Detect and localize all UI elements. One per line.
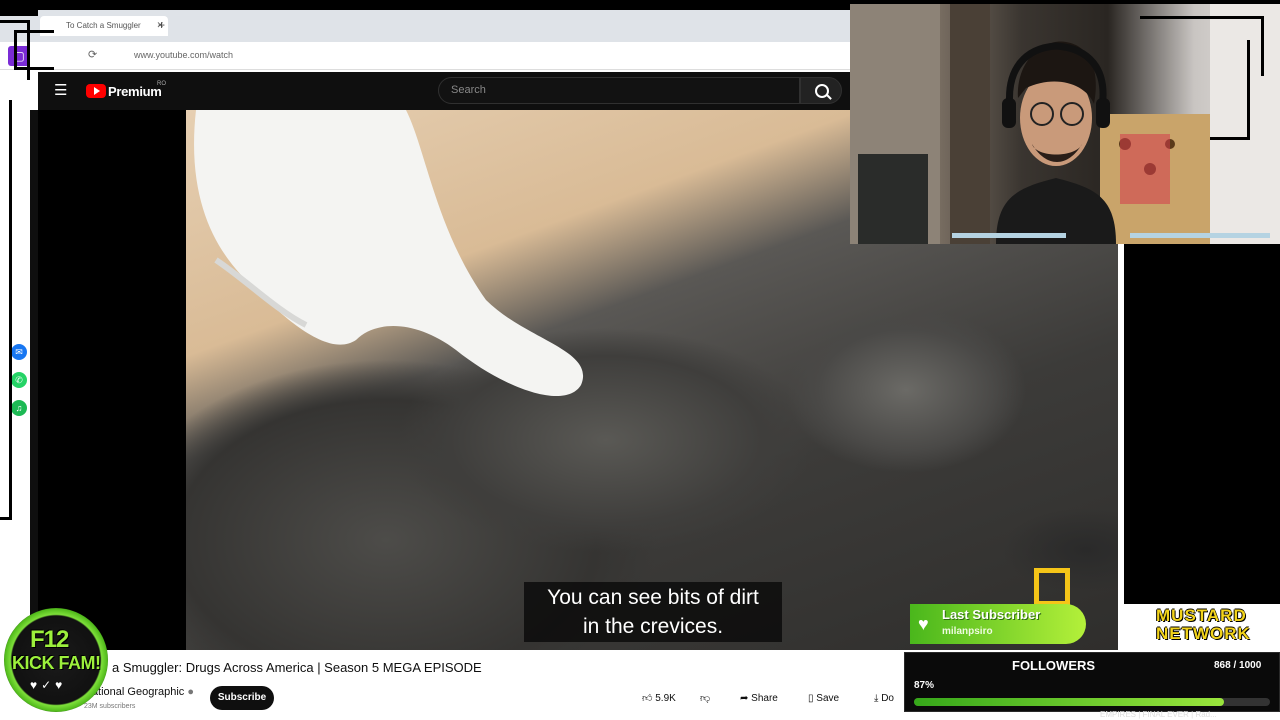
messenger-icon[interactable]: ✉ — [11, 344, 27, 360]
share-label: Share — [751, 693, 778, 704]
followers-count: 868 / 1000 — [1214, 660, 1262, 671]
thumbs-up-icon: 👍︎ — [642, 693, 653, 704]
browser-tab[interactable]: To Catch a Smuggler ✕ — [40, 16, 168, 36]
frame-decoration — [1210, 40, 1250, 140]
verified-icon: ● — [187, 686, 195, 698]
save-label: Save — [816, 693, 840, 704]
kick-badge-line-1: F12 — [30, 626, 69, 653]
last-subscriber-name: milanpsiro — [942, 626, 993, 637]
region-code: RO — [157, 81, 166, 87]
subscriber-count: 23M subscribers — [84, 703, 136, 710]
reload-icon[interactable]: ⟳ — [88, 48, 97, 61]
like-count: 5.9K — [655, 693, 676, 704]
white-glove-hand — [194, 110, 584, 397]
national-geographic-logo-icon — [1034, 568, 1070, 606]
whatsapp-icon[interactable]: ✆ — [11, 372, 27, 388]
kick-badge-line-2: KICK FAM! — [12, 653, 101, 673]
followers-percent: 87% — [914, 680, 935, 691]
address-bar[interactable] — [0, 42, 850, 70]
frame-decoration — [14, 30, 54, 70]
subtitle-line-2: in the crevices. — [582, 615, 724, 638]
hamburger-menu-icon[interactable]: ☰ — [54, 81, 67, 99]
search-icon[interactable] — [800, 77, 842, 104]
new-tab-button[interactable]: + — [158, 18, 165, 32]
share-icon: ➦ — [740, 693, 749, 704]
streamer — [996, 41, 1116, 244]
youtube-premium-logo[interactable]: Premium — [108, 84, 162, 99]
news-ticker: EMPIRES | FINAL EVER | Rad... — [1100, 710, 1217, 719]
heart-icons: ♥✓♥ — [30, 678, 67, 692]
thumbs-down-icon: 👎︎ — [700, 693, 711, 704]
webcam-accent-bar — [952, 233, 1066, 238]
channel-name[interactable]: National Geographic ● — [84, 686, 194, 698]
screen: To Catch a Smuggler ✕ + ▢ ⟳ www.youtube.… — [0, 0, 1280, 720]
search-input[interactable]: Search — [438, 77, 800, 104]
download-icon: ⤓ — [874, 693, 879, 704]
frame-decoration — [30, 110, 38, 650]
url-text[interactable]: www.youtube.com/watch — [134, 50, 233, 60]
share-button[interactable]: ➦ Share — [740, 687, 778, 711]
followers-label: FOLLOWERS — [1012, 658, 1096, 673]
heart-icon: ♥ — [918, 614, 929, 634]
spotify-icon[interactable]: ♫ — [11, 400, 27, 416]
save-button[interactable]: ▯ Save — [808, 687, 839, 711]
last-subscriber-label: Last Subscriber — [942, 607, 1041, 622]
frame-decoration — [1124, 244, 1280, 604]
like-button[interactable]: 👍︎ 5.9K — [642, 687, 676, 711]
followers-progress-fill — [914, 698, 1224, 706]
subscribe-button[interactable]: Subscribe — [210, 686, 274, 710]
webcam-accent-bar — [1130, 233, 1270, 238]
tab-title: To Catch a Smuggler — [66, 21, 141, 30]
frame-decoration — [0, 100, 12, 520]
bookmark-icon: ▯ — [808, 693, 814, 704]
youtube-logo-icon[interactable] — [86, 84, 106, 98]
download-button[interactable]: ⤓ Do — [874, 687, 894, 711]
dislike-button[interactable]: 👎︎ — [700, 687, 710, 711]
download-label: Do — [881, 693, 894, 704]
brand-logo-line-1: MUSTARD — [1156, 606, 1247, 625]
frame-decoration — [0, 10, 38, 16]
brand-logo-line-2: NETWORK — [1156, 624, 1251, 643]
subtitle-line-1: You can see bits of dirt — [547, 586, 759, 609]
subtitle-caption: You can see bits of dirt in the crevices… — [524, 582, 782, 642]
video-title: a Smuggler: Drugs Across America | Seaso… — [112, 660, 482, 675]
